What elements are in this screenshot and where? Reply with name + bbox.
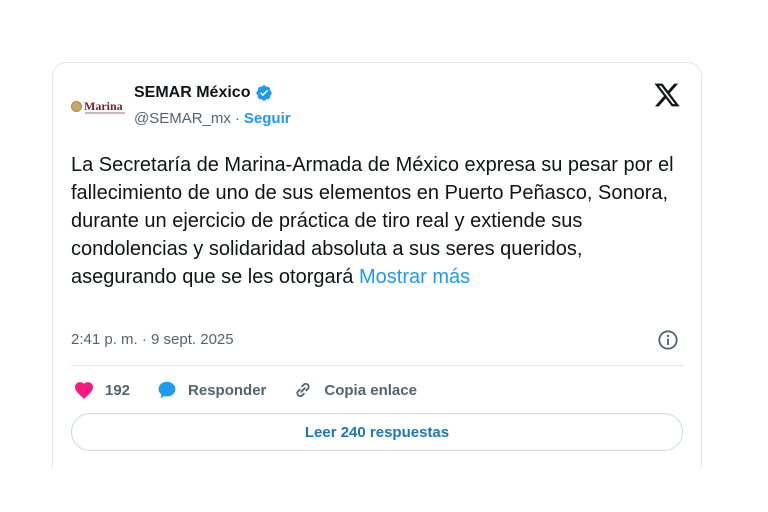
reply-label: Responder — [188, 381, 267, 399]
separator-dot: · — [234, 110, 240, 127]
timestamp[interactable]: 2:41 p. m. · 9 sept. 2025 — [71, 331, 234, 348]
show-more-link[interactable]: Mostrar más — [359, 266, 470, 288]
avatar[interactable]: Marina — [71, 93, 129, 119]
copy-link-button[interactable]: Copia enlace — [292, 379, 417, 401]
display-name[interactable]: SEMAR México — [134, 84, 250, 102]
follow-link[interactable]: Seguir — [244, 110, 291, 127]
action-bar: 192 Responder Copia enlace — [73, 377, 443, 403]
avatar-logo-subtitle-bar — [85, 112, 125, 114]
x-logo-icon[interactable] — [653, 81, 681, 109]
seal-icon — [71, 100, 82, 112]
reply-button[interactable]: Responder — [156, 379, 266, 401]
link-icon — [296, 382, 310, 398]
reply-bubble-icon — [158, 381, 176, 399]
handle-row: @SEMAR_mx · Seguir — [134, 110, 291, 127]
like-button[interactable]: 192 — [73, 379, 130, 401]
copy-link-label: Copia enlace — [324, 381, 417, 399]
heart-icon — [75, 382, 93, 399]
verified-badge-icon — [256, 85, 273, 101]
tweet-text: La Secretaría de Marina-Armada de México… — [71, 151, 681, 291]
name-row: SEMAR México — [134, 84, 273, 102]
tweet-embed-card: Marina SEMAR México @SEMAR_mx · Seguir L… — [52, 62, 702, 467]
handle[interactable]: @SEMAR_mx — [134, 110, 231, 127]
like-count: 192 — [105, 381, 131, 399]
info-icon[interactable] — [657, 329, 679, 351]
divider — [71, 365, 683, 366]
read-replies-button[interactable]: Leer 240 respuestas — [71, 413, 683, 451]
avatar-logo-text: Marina — [84, 99, 123, 113]
